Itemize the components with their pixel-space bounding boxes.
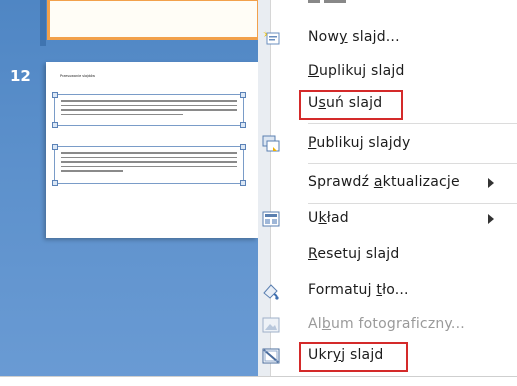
new-slide-icon — [261, 28, 281, 48]
menu-top-fragment — [308, 0, 368, 4]
previous-slide-shadow — [40, 0, 46, 46]
menu-item-delete-slide[interactable]: Usuń slajd — [271, 88, 517, 124]
menu-separator — [308, 163, 517, 164]
content-placeholder — [52, 92, 246, 128]
slide-thumbnail-panel: 12 Przesuwanie slajdów — [0, 0, 270, 386]
slide-thumbnail-title: Przesuwanie slajdów — [60, 74, 95, 78]
bottom-edge — [0, 376, 517, 386]
previous-slide-thumbnail[interactable] — [47, 0, 260, 40]
context-menu: Nowy slajd... Duplikuj slajd Usuń slajd … — [262, 0, 517, 376]
layout-icon — [261, 209, 281, 229]
submenu-arrow-icon — [488, 214, 494, 224]
menu-item-check-updates[interactable]: Sprawdź aktualizacje — [271, 167, 517, 203]
menu-item-reset-slide[interactable]: Resetuj slajd — [271, 239, 517, 275]
content-placeholder — [52, 144, 246, 186]
menu-item-duplicate-slide[interactable]: Duplikuj slajd — [271, 56, 517, 92]
menu-item-new-slide[interactable]: Nowy slajd... — [263, 22, 517, 58]
format-background-icon — [261, 281, 281, 301]
menu-item-format-background[interactable]: Formatuj tło... — [263, 275, 517, 311]
menu-item-hide-slide[interactable]: Ukryj slajd — [262, 340, 517, 376]
photo-album-icon — [261, 315, 281, 335]
menu-item-layout[interactable]: Układ — [262, 203, 517, 239]
menu-item-publish-slides[interactable]: Publikuj slajdy — [262, 128, 517, 164]
submenu-arrow-icon — [488, 178, 494, 188]
slide-thumbnail[interactable]: Przesuwanie slajdów — [46, 62, 258, 238]
menu-separator — [308, 123, 517, 124]
publish-slides-icon — [261, 134, 281, 154]
slide-number: 12 — [10, 67, 31, 85]
hide-slide-icon — [261, 346, 281, 366]
